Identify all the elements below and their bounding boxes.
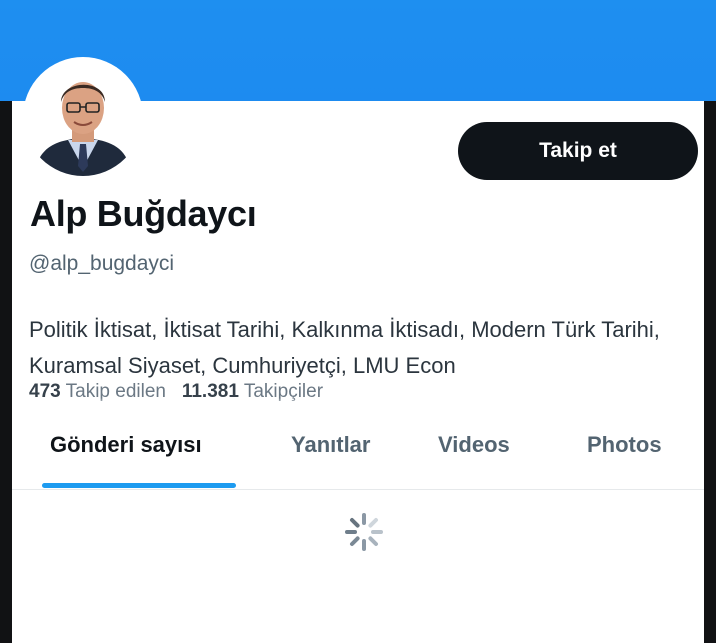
- active-tab-indicator: [42, 483, 236, 488]
- tab-replies[interactable]: Yanıtlar: [291, 432, 370, 458]
- profile-bio: Politik İktisat, İktisat Tarihi, Kalkınm…: [29, 317, 660, 378]
- profile-name: Alp Buğdaycı: [30, 193, 257, 234]
- profile-handle: @alp_bugdayci: [29, 252, 175, 275]
- avatar[interactable]: [24, 58, 142, 176]
- stats-fade-overlay: [12, 398, 704, 412]
- avatar-photo: [24, 58, 142, 176]
- tab-photos[interactable]: Photos: [587, 432, 662, 458]
- follow-button[interactable]: Takip et: [458, 122, 698, 180]
- loading-spinner-icon: [344, 512, 384, 552]
- tab-videos[interactable]: Videos: [438, 432, 510, 458]
- profile-tabs: Gönderi sayısı Yanıtlar Videos Photos: [12, 414, 704, 490]
- tab-posts[interactable]: Gönderi sayısı: [50, 432, 202, 458]
